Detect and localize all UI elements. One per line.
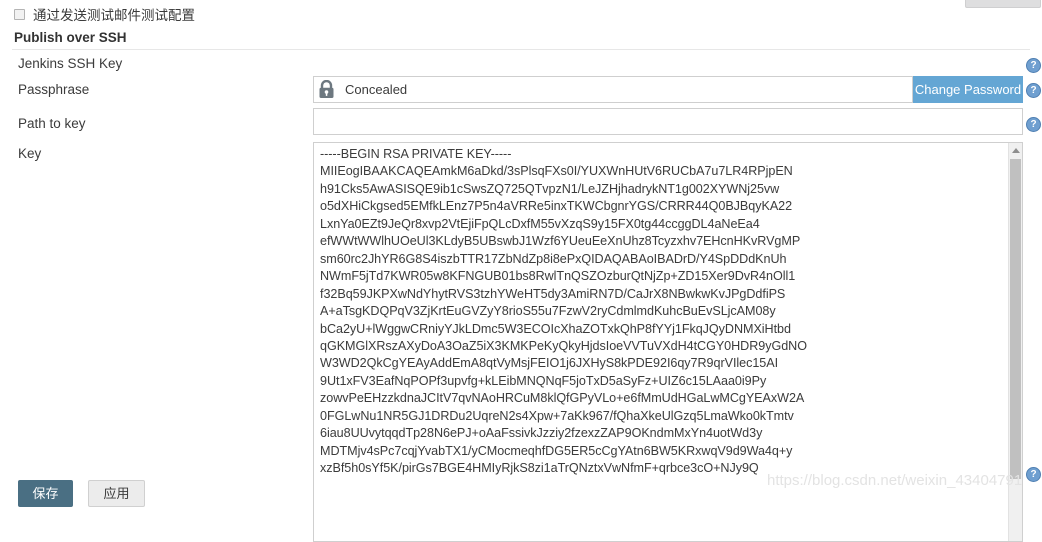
section-divider bbox=[12, 49, 1030, 50]
form-action-bar: 保存 应用 bbox=[0, 475, 1042, 507]
apply-button[interactable]: 应用 bbox=[88, 480, 145, 507]
key-scrollbar-thumb[interactable] bbox=[1010, 159, 1021, 479]
passphrase-field[interactable]: Concealed bbox=[313, 76, 913, 103]
label-path-to-key: Path to key bbox=[18, 116, 86, 131]
help-icon-passphrase[interactable]: ? bbox=[1026, 83, 1041, 98]
label-passphrase: Passphrase bbox=[18, 82, 90, 97]
help-icon-jenkins-ssh-key[interactable]: ? bbox=[1026, 58, 1041, 73]
form-row-jenkins-ssh-key: Jenkins SSH Key ? bbox=[0, 56, 1042, 76]
key-textarea-content: -----BEGIN RSA PRIVATE KEY----- MIIEogIB… bbox=[320, 147, 807, 476]
test-config-label: 通过发送测试邮件测试配置 bbox=[33, 8, 195, 23]
test-config-row[interactable]: 通过发送测试邮件测试配置 bbox=[14, 5, 195, 23]
passphrase-control-group: Concealed Change Password bbox=[313, 76, 1023, 103]
partial-toolbar-stub bbox=[965, 0, 1041, 8]
passphrase-value: Concealed bbox=[345, 82, 408, 97]
lock-icon bbox=[319, 80, 334, 98]
path-to-key-input[interactable] bbox=[313, 108, 1023, 135]
test-config-checkbox[interactable] bbox=[14, 8, 25, 20]
label-key: Key bbox=[18, 146, 42, 161]
scroll-up-arrow-icon[interactable] bbox=[1009, 143, 1022, 157]
help-icon-path-to-key[interactable]: ? bbox=[1026, 117, 1041, 132]
save-button[interactable]: 保存 bbox=[18, 480, 73, 507]
change-password-button[interactable]: Change Password bbox=[913, 76, 1023, 103]
section-title-publish-over-ssh: Publish over SSH bbox=[14, 30, 127, 45]
label-jenkins-ssh-key: Jenkins SSH Key bbox=[18, 56, 123, 71]
